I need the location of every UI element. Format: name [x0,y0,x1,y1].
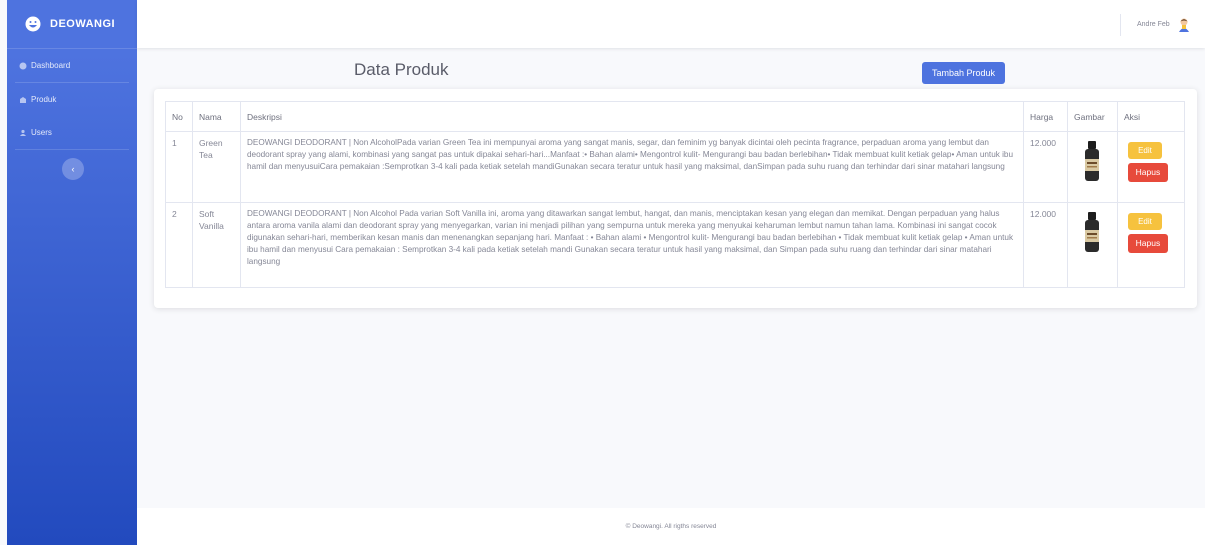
sidebar-item-users[interactable]: Users [7,116,137,149]
cell-aksi: Edit Hapus [1116,131,1186,203]
topbar-divider [1120,14,1121,36]
delete-button[interactable]: Hapus [1127,163,1168,182]
sidebar-brand[interactable]: DEOWANGI [7,0,137,49]
dashboard-icon [19,62,27,69]
cell-no: 2 [165,202,193,288]
edit-button[interactable]: Edit [1127,213,1162,230]
column-header-harga: Harga [1023,101,1068,132]
product-image[interactable] [1081,140,1103,184]
sidebar-item-label: Users [31,128,52,137]
cell-nama: Soft Vanilla [191,202,241,288]
cell-gambar [1066,131,1118,203]
table-header-row: No Nama Deskripsi Harga Gambar Aksi [165,101,1186,132]
sidebar-item-label: Produk [31,95,57,104]
sidebar-item-produk[interactable]: Produk [7,83,137,116]
cell-harga: 12.000 [1023,202,1068,288]
sidebar-toggle-button[interactable]: ‹ [62,158,84,180]
cell-gambar [1066,202,1118,288]
chevron-left-icon: ‹ [71,164,75,174]
cell-deskripsi: DEOWANGI DEODORANT | Non AlcoholPada var… [239,131,1025,203]
produk-icon [20,96,26,103]
cell-aksi: Edit Hapus [1116,202,1186,288]
add-product-button[interactable]: Tambah Produk [922,62,1005,84]
cell-no: 1 [165,131,193,203]
column-header-gambar: Gambar [1066,101,1118,132]
table-row: 2 Soft Vanilla DEOWANGI DEODORANT | Non … [165,202,1186,288]
laugh-icon [25,16,41,32]
table-row: 1 Green Tea DEOWANGI DEODORANT | Non Alc… [165,131,1186,203]
products-table: No Nama Deskripsi Harga Gambar Aksi 1 Gr… [165,101,1186,288]
cell-nama: Green Tea [191,131,241,203]
edit-button[interactable]: Edit [1127,142,1162,159]
cell-harga: 12.000 [1023,131,1068,203]
delete-button[interactable]: Hapus [1127,234,1168,253]
footer-copyright: © Deowangi. All rigths reserved [625,523,717,530]
column-header-no: No [165,101,193,132]
column-header-aksi: Aksi [1116,101,1186,132]
column-header-nama: Nama [191,101,241,132]
topbar: Andre Feb [137,0,1205,48]
avatar[interactable] [1176,16,1192,32]
users-icon [20,129,26,136]
sidebar-divider [15,149,129,150]
product-image[interactable] [1081,211,1103,255]
page-title: Data Produk [354,60,449,79]
column-header-deskripsi: Deskripsi [239,101,1025,132]
sidebar: DEOWANGI Dashboard Produk Users ‹ [7,0,137,545]
sidebar-item-label: Dashboard [31,61,71,70]
user-name[interactable]: Andre Feb [1137,21,1170,28]
cell-deskripsi: DEOWANGI DEODORANT | Non Alcohol Pada va… [239,202,1025,288]
brand-name: DEOWANGI [50,18,116,30]
footer: © Deowangi. All rigths reserved [137,508,1205,545]
sidebar-item-dashboard[interactable]: Dashboard [7,49,137,82]
